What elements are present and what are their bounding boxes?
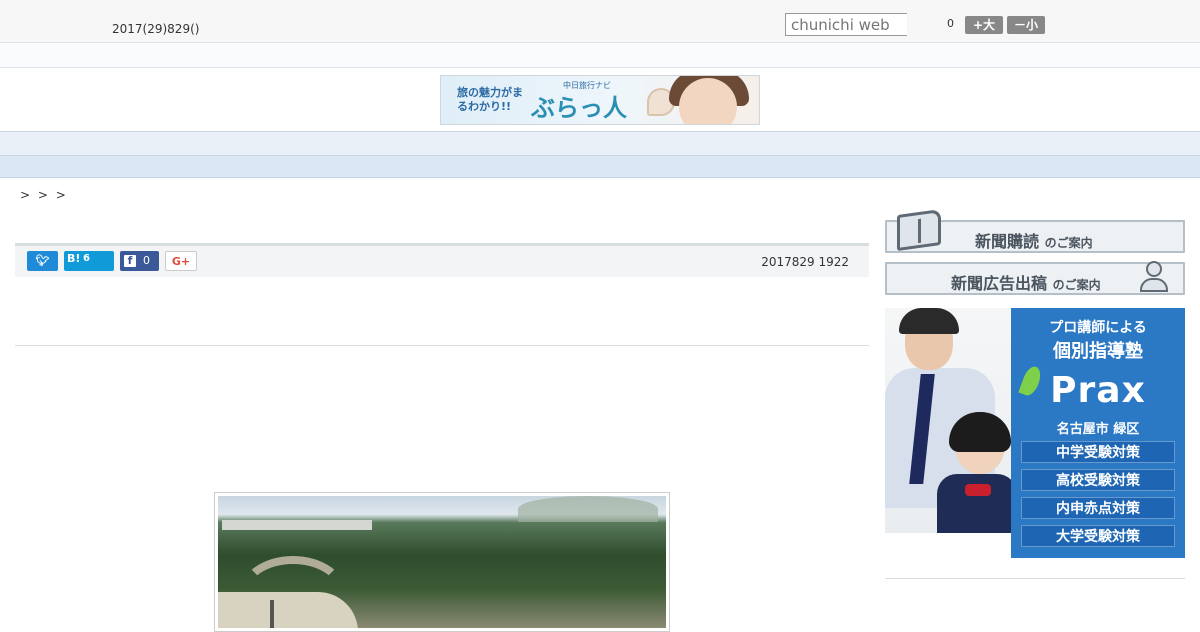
newspaper-book-icon	[897, 208, 941, 252]
photo-buildings	[222, 520, 372, 530]
hatena-bookmark-button[interactable]: B! 6	[64, 251, 114, 271]
nav-item[interactable]	[327, 136, 367, 155]
sub-nav	[0, 156, 1200, 178]
ad-course: 大学受験対策	[1021, 525, 1175, 547]
prax-tutoring-ad[interactable]: プロ講師による 個別指導塾 Prax 名古屋市 緑区 中学受験対策 高校受験対策…	[885, 308, 1185, 558]
person-icon	[1137, 261, 1171, 295]
subscribe-info-button[interactable]: 新聞購読 のご案内	[885, 208, 1185, 253]
nav-item[interactable]	[407, 136, 447, 155]
divider	[15, 345, 869, 346]
top-bar: 2017(29)829() 0 +大 －小	[0, 0, 1200, 43]
photo-crane	[270, 600, 274, 628]
advertise-info-button[interactable]: 新聞広告出稿 のご案内	[885, 261, 1185, 295]
google-plus-button[interactable]: G+	[165, 251, 197, 271]
header-strip	[0, 43, 1200, 68]
hatena-icon: B!	[67, 252, 81, 265]
ad-photo	[885, 308, 1017, 558]
share-bar: 🐦︎ B! 6 f 0 G+ 2017829 1922	[15, 243, 869, 277]
ad-line1: プロ講師による	[1049, 320, 1147, 336]
hatena-count: 6	[83, 253, 90, 264]
google-plus-icon: G+	[171, 255, 191, 268]
counter-value: 0	[947, 17, 954, 30]
ad-text-panel: プロ講師による 個別指導塾 Prax 名古屋市 緑区 中学受験対策 高校受験対策…	[1011, 308, 1185, 558]
facebook-share-button[interactable]: f 0	[120, 251, 159, 271]
ad-course: 内申赤点対策	[1021, 497, 1175, 519]
prax-logo: Prax	[1050, 370, 1146, 411]
ad-line2: 個別指導塾	[1053, 341, 1143, 362]
current-date: 2017(29)829()	[112, 22, 200, 36]
ad-course: 中学受験対策	[1021, 441, 1175, 463]
photo-sand-area	[218, 592, 358, 628]
font-size-smaller-button[interactable]: －小	[1007, 16, 1045, 34]
twitter-share-button[interactable]: 🐦︎	[27, 251, 58, 271]
advertise-label: 新聞広告出稿 のご案内	[951, 274, 1101, 293]
article-photo[interactable]	[214, 492, 670, 632]
main-nav	[0, 131, 1200, 156]
nav-item[interactable]	[167, 136, 207, 155]
nav-item[interactable]	[807, 136, 847, 155]
search-input[interactable]	[785, 13, 907, 36]
nav-item[interactable]	[247, 136, 287, 155]
publish-date: 2017829 1922	[761, 255, 849, 269]
facebook-icon: f	[124, 255, 136, 267]
twitter-icon: 🐦︎	[35, 254, 50, 267]
nav-item[interactable]	[727, 136, 767, 155]
nav-item[interactable]	[567, 136, 607, 155]
aerial-landscape-image	[218, 496, 666, 628]
facebook-count: 0	[143, 254, 150, 267]
ad-course: 高校受験対策	[1021, 469, 1175, 491]
nav-item[interactable]	[647, 136, 687, 155]
sidebar-divider	[885, 578, 1185, 579]
photo-hill	[518, 496, 658, 522]
nav-item[interactable]	[487, 136, 527, 155]
banner-tagline: 旅の魅力がまるわかり!!	[457, 86, 523, 113]
ad-area: 名古屋市 緑区	[1056, 422, 1140, 437]
banner-brand: ぶらっ人	[531, 93, 627, 122]
travel-navi-banner[interactable]: 旅の魅力がまるわかり!! 中日旅行ナビ ぶらっ人	[440, 75, 760, 125]
breadcrumb[interactable]: > > >	[20, 188, 68, 202]
font-size-bigger-button[interactable]: +大	[965, 16, 1003, 34]
subscribe-label: 新聞購読 のご案内	[975, 232, 1093, 251]
